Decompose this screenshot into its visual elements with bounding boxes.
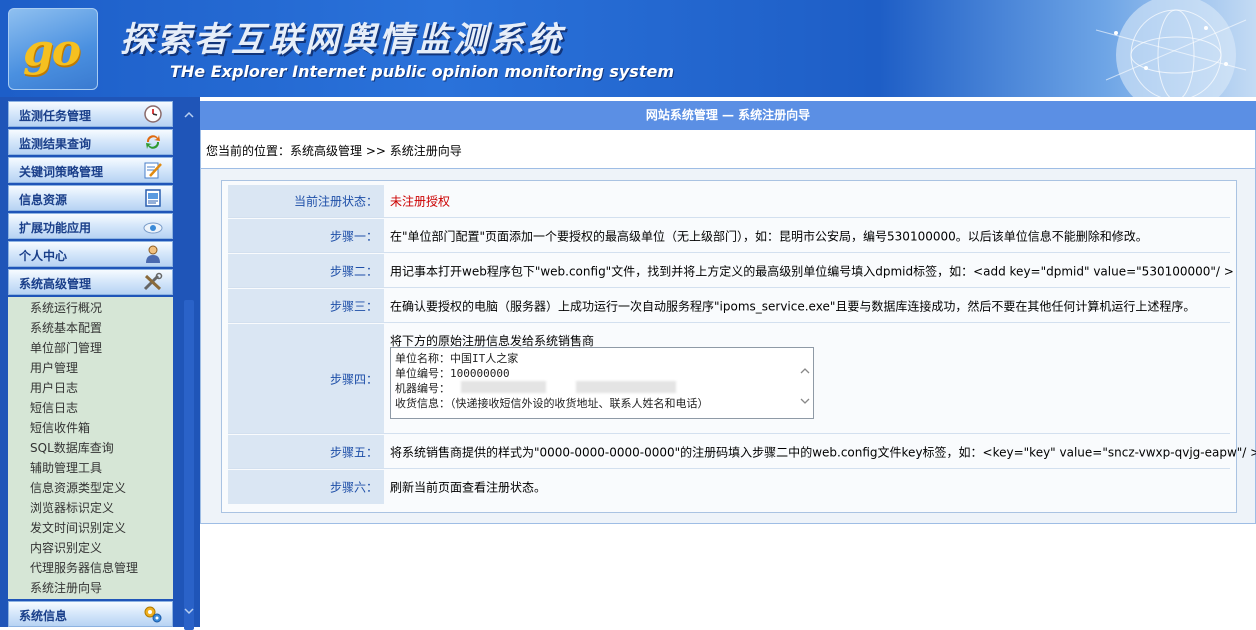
step-label: 步骤四： — [228, 324, 384, 433]
register-line: 机器编号： — [395, 382, 450, 395]
redaction-mask — [576, 381, 676, 393]
breadcrumb-bar: 您当前的位置：系统高级管理 >> 系统注册向导 — [200, 130, 1256, 168]
register-line: 收货信息：（快递接收短信外设的收货地址、联系人姓名和电话） — [395, 397, 709, 410]
menu-monitor-task[interactable]: 监测任务管理 — [8, 101, 173, 127]
sidebar-item-proxy[interactable]: 代理服务器信息管理 — [8, 558, 173, 578]
scroll-down-icon[interactable] — [183, 605, 195, 617]
sidebar-item-basic-config[interactable]: 系统基本配置 — [8, 318, 173, 338]
site-subtitle: THe Explorer Internet public opinion mon… — [170, 62, 674, 81]
sidebar-item-post-time[interactable]: 发文时间识别定义 — [8, 518, 173, 538]
step-text: 将系统销售商提供的样式为"0000-0000-0000-0000"的注册码填入步… — [390, 445, 1256, 459]
register-wizard-table: 当前注册状态： 未注册授权 步骤一： 在"单位部门配置"页面添加一个要授权的最高… — [221, 180, 1256, 513]
user-icon — [146, 245, 160, 263]
refresh-icon — [146, 135, 160, 149]
menu-label: 系统高级管理 — [19, 277, 92, 291]
register-info-textarea[interactable]: 单位名称：中国IT人之家 单位编号：100000000 机器编号： 收货信息：（… — [390, 347, 814, 419]
sidebar-item-sms-inbox[interactable]: 短信收件箱 — [8, 418, 173, 438]
tools-icon — [143, 272, 163, 291]
sidebar-item-browser-id[interactable]: 浏览器标识定义 — [8, 498, 173, 518]
step-label: 步骤二： — [228, 254, 384, 287]
status-value: 未注册授权 — [390, 194, 451, 209]
menu-label: 系统信息 — [19, 609, 68, 623]
step-row: 步骤五： 将系统销售商提供的样式为"0000-0000-0000-0000"的注… — [228, 435, 1256, 469]
step-row: 步骤三： 在确认要授权的电脑（服务器）上成功运行一次自动服务程序"ipoms_s… — [228, 289, 1230, 323]
menu-label: 关键词策略管理 — [19, 165, 104, 179]
sidebar-item-resource-type[interactable]: 信息资源类型定义 — [8, 478, 173, 498]
menu-monitor-result[interactable]: 监测结果查询 — [8, 129, 173, 155]
scroll-up-icon[interactable] — [183, 109, 195, 121]
step-text: 刷新当前页面查看注册状态。 — [390, 480, 547, 495]
menu-extension[interactable]: 扩展功能应用 — [8, 213, 173, 239]
menu-keyword-strategy[interactable]: 关键词策略管理 — [8, 157, 173, 183]
step-row: 步骤二： 用记事本打开web程序包下"web.config"文件，找到并将上方定… — [228, 254, 1234, 288]
sidebar-item-content-id[interactable]: 内容识别定义 — [8, 538, 173, 558]
page-title: 网站系统管理 — 系统注册向导 — [200, 101, 1256, 130]
menu-personal-center[interactable]: 个人中心 — [8, 241, 173, 267]
sidebar-item-sms-log[interactable]: 短信日志 — [8, 398, 173, 418]
main-content: 网站系统管理 — 系统注册向导 您当前的位置：系统高级管理 >> 系统注册向导 … — [200, 97, 1256, 627]
sidebar-item-aux-tools[interactable]: 辅助管理工具 — [8, 458, 173, 478]
cloud-icon — [143, 222, 163, 234]
register-line: 单位名称：中国IT人之家 — [395, 352, 519, 365]
logo-text: go — [23, 25, 81, 76]
menu-system-advanced[interactable]: 系统高级管理 — [8, 269, 173, 295]
sidebar-scrollbar[interactable] — [180, 105, 198, 630]
register-line: 单位编号：100000000 — [395, 367, 510, 380]
scroll-thumb[interactable] — [184, 300, 194, 630]
site-title: 探索者互联网舆情监测系统 — [120, 20, 564, 60]
menu-label: 扩展功能应用 — [19, 221, 92, 235]
sidebar-item-user-log[interactable]: 用户日志 — [8, 378, 173, 398]
status-row: 当前注册状态： 未注册授权 — [228, 185, 1230, 218]
step-label: 步骤五： — [228, 435, 384, 468]
sidebar-item-sql-query[interactable]: SQL数据库查询 — [8, 438, 173, 458]
submenu-system-advanced: 系统运行概况 系统基本配置 单位部门管理 用户管理 用户日志 短信日志 短信收件… — [8, 297, 173, 599]
gears-icon — [144, 606, 162, 623]
header-banner: go 探索者互联网舆情监测系统 THe Explorer Internet pu… — [0, 0, 1256, 97]
logo: go — [8, 8, 98, 90]
sidebar-item-department[interactable]: 单位部门管理 — [8, 338, 173, 358]
redaction-mask — [461, 381, 546, 393]
menu-label: 监测任务管理 — [19, 109, 92, 123]
globe-decoration — [1095, 0, 1247, 97]
edit-icon — [144, 162, 162, 179]
step-label: 步骤一： — [228, 219, 384, 252]
sidebar-item-overview[interactable]: 系统运行概况 — [8, 298, 173, 318]
step-row: 步骤一： 在"单位部门配置"页面添加一个要授权的最高级单位（无上级部门），如：昆… — [228, 219, 1230, 253]
menu-system-info[interactable]: 系统信息 — [8, 601, 173, 627]
sidebar-item-users[interactable]: 用户管理 — [8, 358, 173, 378]
step-label: 步骤六： — [228, 470, 384, 504]
step-row: 步骤四： 将下方的原始注册信息发给系统销售商 单位名称：中国IT人之家 单位编号… — [228, 324, 1230, 434]
clock-icon — [144, 105, 162, 123]
step-row: 步骤六： 刷新当前页面查看注册状态。 — [228, 470, 1230, 504]
textarea-scrollbar[interactable] — [799, 350, 811, 416]
sidebar-item-register-wizard[interactable]: 系统注册向导 — [8, 578, 173, 598]
step-text: 用记事本打开web程序包下"web.config"文件，找到并将上方定义的最高级… — [390, 264, 1234, 278]
menu-label: 信息资源 — [19, 193, 68, 207]
step-text: 在"单位部门配置"页面添加一个要授权的最高级单位（无上级部门），如：昆明市公安局… — [390, 229, 1148, 243]
sidebar-menu: 监测任务管理 监测结果查询 关键词策略管理 信息资源 扩展功能应用 个人中心 系… — [8, 101, 173, 627]
breadcrumb: 您当前的位置：系统高级管理 >> 系统注册向导 — [206, 144, 462, 158]
sidebar: 监测任务管理 监测结果查询 关键词策略管理 信息资源 扩展功能应用 个人中心 系… — [0, 97, 200, 630]
step-register-info: 将下方的原始注册信息发给系统销售商 单位名称：中国IT人之家 单位编号：1000… — [390, 324, 1230, 433]
step-label: 步骤三： — [228, 289, 384, 322]
menu-label: 个人中心 — [19, 249, 68, 263]
document-icon — [145, 189, 161, 207]
step-text: 在确认要授权的电脑（服务器）上成功运行一次自动服务程序"ipoms_servic… — [390, 299, 1196, 313]
menu-info-resource[interactable]: 信息资源 — [8, 185, 173, 211]
content-area: 当前注册状态： 未注册授权 步骤一： 在"单位部门配置"页面添加一个要授权的最高… — [200, 168, 1256, 524]
status-label: 当前注册状态： — [228, 185, 384, 217]
menu-label: 监测结果查询 — [19, 137, 92, 151]
